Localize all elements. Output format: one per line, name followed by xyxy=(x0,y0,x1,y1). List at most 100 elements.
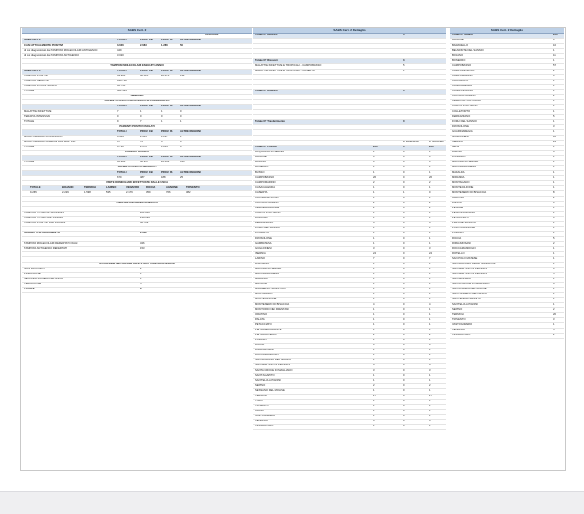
panel-sabs-recovered: SABS Cert. 2 Dettaglio Totale N° Guariti 2… xyxy=(450,28,564,339)
cell-value: 3.020 xyxy=(117,54,124,57)
cell-value: 1 xyxy=(553,49,555,52)
row-label: SEPINO xyxy=(255,384,266,387)
row-label: JELSI xyxy=(452,145,460,149)
cell-value: 1 xyxy=(429,338,431,342)
cell-value: 9 xyxy=(117,120,119,123)
row-label: PAZIENTI GUARITI xyxy=(125,150,149,154)
row-label: FOSSALTO xyxy=(255,232,270,235)
row-label: SANT'AGAPITO xyxy=(255,374,275,377)
table-row: VINCHIATURO 1 0 1 xyxy=(253,425,446,431)
cell-value: 766 xyxy=(166,191,171,194)
cell-value: 4 xyxy=(429,364,431,367)
cell-value: 2.229 xyxy=(62,191,69,194)
cell-value: 2 xyxy=(373,384,375,387)
cell-value: 2.632 xyxy=(140,232,147,235)
cell-value: 0 xyxy=(403,257,405,260)
row-label: AGNONE xyxy=(255,155,267,159)
cell-value: 201.886 xyxy=(140,211,150,215)
row-label: SITUAZIONE NEI VACCINI ALLE STRUTTURE RI… xyxy=(99,262,175,265)
cell-value: 2 xyxy=(373,201,375,204)
cell-value: TOTALI xyxy=(117,69,127,72)
cell-value: 2 xyxy=(553,242,555,245)
cell-value: 0 xyxy=(403,262,405,265)
cell-value: 1 xyxy=(553,298,555,301)
cell-value: 57 xyxy=(553,64,556,67)
cell-value: 1 xyxy=(553,211,555,215)
row-label: CASI ATTUALMENTE POSITIVI xyxy=(24,44,64,47)
cell-value: 1 xyxy=(429,282,431,286)
row-label: TERZA DOSE xyxy=(24,282,42,286)
row-label: MONTENERO DI BISACCIA xyxy=(452,191,487,194)
row-label: FERRAZZANO xyxy=(255,221,274,225)
row-label: TAMPONI TOTALI DAL 1/1/2022 xyxy=(24,216,63,220)
row-label: SANT'ELIA A PIANISI xyxy=(255,379,281,382)
row-label: 9.265 xyxy=(30,191,37,194)
cell-value: 1 xyxy=(373,282,375,286)
cell-value: 5 xyxy=(553,272,555,276)
cell-value: 1 xyxy=(553,79,555,83)
cell-value: 3 xyxy=(429,343,431,347)
cell-value: 1 xyxy=(373,191,375,194)
cell-value: 0 xyxy=(403,419,405,423)
cell-value: ALTRE REGIONI xyxy=(180,69,201,72)
cell-value: 0 xyxy=(403,292,405,296)
cell-value: 1 xyxy=(429,171,431,174)
cell-value: 1 xyxy=(429,374,431,377)
cell-value: 1 xyxy=(429,298,431,301)
cell-value: 1 xyxy=(429,389,431,392)
page-footer-bar xyxy=(0,491,584,514)
cell-value: 3.730 xyxy=(117,145,124,149)
row-label: Totale N° Positivi xyxy=(255,145,277,149)
cell-value: 1 xyxy=(429,262,431,265)
cell-value: 1 xyxy=(553,186,555,189)
row-label: PIZZONE SANNITA xyxy=(452,221,476,225)
cell-value: 0 xyxy=(403,348,405,352)
cell-value: 1 xyxy=(373,323,375,326)
cell-value: 0 xyxy=(403,389,405,392)
table-row: VINCHIATURO 2 xyxy=(450,334,564,339)
row-label: MONTAGANO xyxy=(255,292,273,296)
cell-value: 26 xyxy=(373,176,376,179)
cell-value: 1 xyxy=(553,252,555,255)
row-label: ACQUAVIVA D'ISERNIA xyxy=(255,150,285,154)
row-label: CERRO AL VOLTURNO xyxy=(452,100,481,103)
cell-value: 3.683 xyxy=(117,135,124,138)
cell-value: 1 xyxy=(373,196,375,199)
row-label: CAMPOMARINO xyxy=(255,181,276,184)
cell-value: 1 xyxy=(553,130,555,133)
row-label: MIRABELLO SANNITICO xyxy=(255,287,286,291)
row-label: PAZIENTI POSITIVI DECEDUTI xyxy=(117,166,157,169)
cell-value: 3 xyxy=(553,39,555,42)
cell-value: 1.286 xyxy=(161,44,168,47)
cell-value: 1 xyxy=(373,292,375,296)
cell-value: 3 xyxy=(373,343,375,347)
cell-value: 2 xyxy=(553,94,555,98)
cell-value: PROV. CB xyxy=(140,69,153,72)
spreadsheet-page: SABS Cert. 2 31/12/2022 SABS Cert. 2 TOTALI… xyxy=(20,27,566,471)
cell-value: 3 xyxy=(429,160,431,164)
cell-value: 2 xyxy=(373,333,375,336)
row-label: CASALCIPRANO xyxy=(452,89,474,93)
cell-value: TOTALI xyxy=(117,171,127,174)
row-label: TAMPONI MOLECOLARI ESEGUITI ANNUI xyxy=(110,64,164,67)
row-label: GUGLIONESI xyxy=(255,247,272,250)
cell-value: PROV. IS xyxy=(161,130,173,133)
row-label: SEPINO xyxy=(452,308,463,311)
cell-value: 421.324 xyxy=(117,89,127,93)
cell-value: 226 xyxy=(553,34,558,37)
cell-value: 1 xyxy=(373,166,375,169)
row-label: VINCHIATURO xyxy=(255,425,274,428)
cell-value: 2 xyxy=(429,206,431,210)
cell-value: 1 xyxy=(429,323,431,326)
cell-value: 1 xyxy=(553,221,555,225)
cell-value: 27 xyxy=(373,394,376,397)
cell-value: 0 xyxy=(403,155,405,159)
cell-value: 2 xyxy=(429,333,431,336)
cell-value: 1 xyxy=(553,84,555,88)
cell-value: 0 xyxy=(403,166,405,169)
cell-value: 1 xyxy=(140,277,142,281)
cell-value: PROV. IS xyxy=(161,69,173,72)
row-label: CASTROPIGNANO xyxy=(255,201,279,204)
row-label: ROCCAMANDOLFI xyxy=(255,353,279,357)
row-label: CASTROPIGNANO xyxy=(452,94,476,98)
